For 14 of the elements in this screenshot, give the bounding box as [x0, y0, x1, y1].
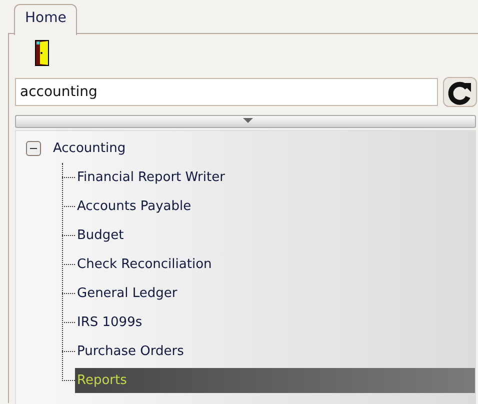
search-field[interactable]: accounting	[15, 78, 438, 106]
tree-item[interactable]: Budget	[75, 224, 126, 247]
tree-item[interactable]: Purchase Orders	[75, 340, 186, 363]
tree-item[interactable]: Accounts Payable	[75, 195, 194, 218]
tree-item[interactable]: Accounting	[51, 137, 128, 160]
home-tab[interactable]: Home	[14, 4, 78, 35]
door-icon[interactable]	[35, 40, 49, 66]
tree-item[interactable]: Financial Report Writer	[75, 166, 227, 189]
collapse-icon[interactable]	[26, 141, 41, 156]
tree-item[interactable]: Check Reconciliation	[75, 253, 214, 276]
tree-item[interactable]: IRS 1099s	[75, 311, 144, 334]
tree-item[interactable]: General Ledger	[75, 282, 180, 305]
tree-item[interactable]: Reports	[75, 368, 475, 393]
refresh-button[interactable]	[443, 77, 477, 107]
